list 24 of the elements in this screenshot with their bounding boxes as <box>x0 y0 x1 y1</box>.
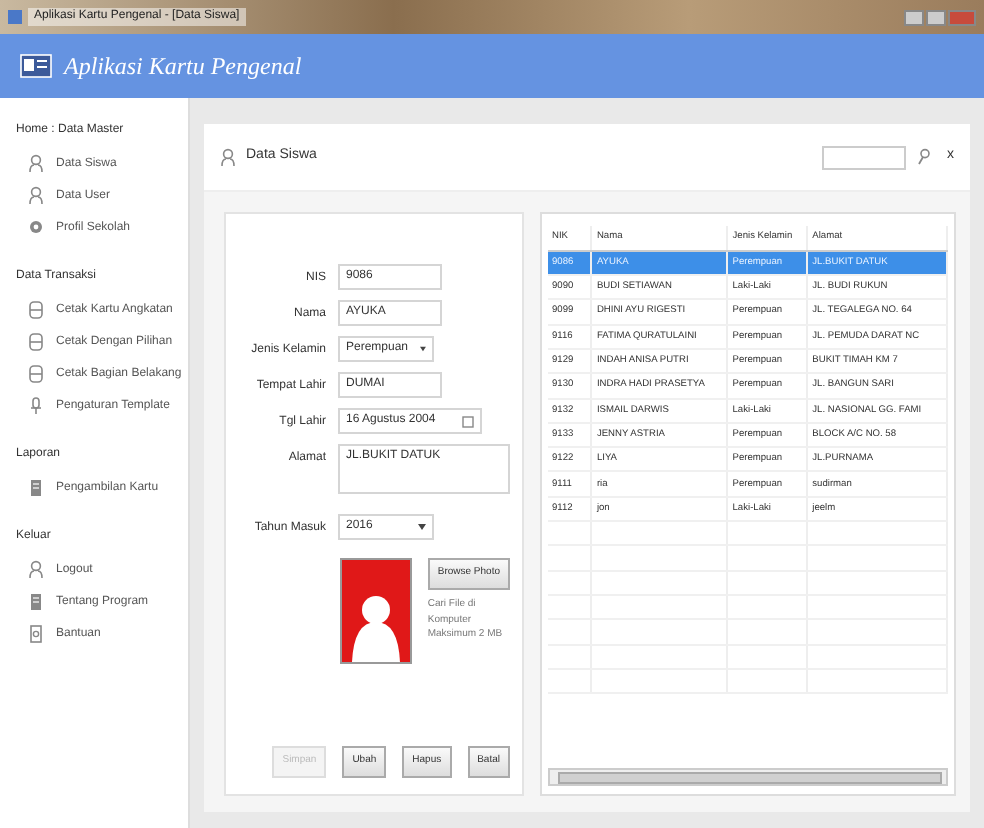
minimize-button[interactable] <box>904 9 924 25</box>
caret-icon[interactable] <box>418 524 426 530</box>
search-field[interactable] <box>821 145 905 169</box>
document-icon <box>28 478 44 498</box>
close-button[interactable] <box>948 9 976 25</box>
printer-icon <box>28 364 44 384</box>
app-title: Aplikasi Kartu Pengenal <box>64 50 302 84</box>
user-icon <box>220 147 236 167</box>
user-icon <box>28 560 44 580</box>
horizontal-scrollbar[interactable] <box>548 768 948 786</box>
caret-icon[interactable] <box>420 346 426 352</box>
calendar-icon[interactable] <box>462 415 474 427</box>
printer-icon <box>28 300 44 320</box>
user-icon <box>28 154 44 174</box>
gear-icon <box>28 218 44 238</box>
pin-icon <box>28 396 44 416</box>
search-icon[interactable] <box>915 148 929 166</box>
maximize-button[interactable] <box>926 9 946 25</box>
help-icon <box>28 624 44 644</box>
id-card-icon <box>20 54 52 78</box>
printer-icon <box>28 332 44 352</box>
document-icon <box>28 592 44 612</box>
user-icon <box>28 186 44 206</box>
app-icon <box>8 10 22 24</box>
